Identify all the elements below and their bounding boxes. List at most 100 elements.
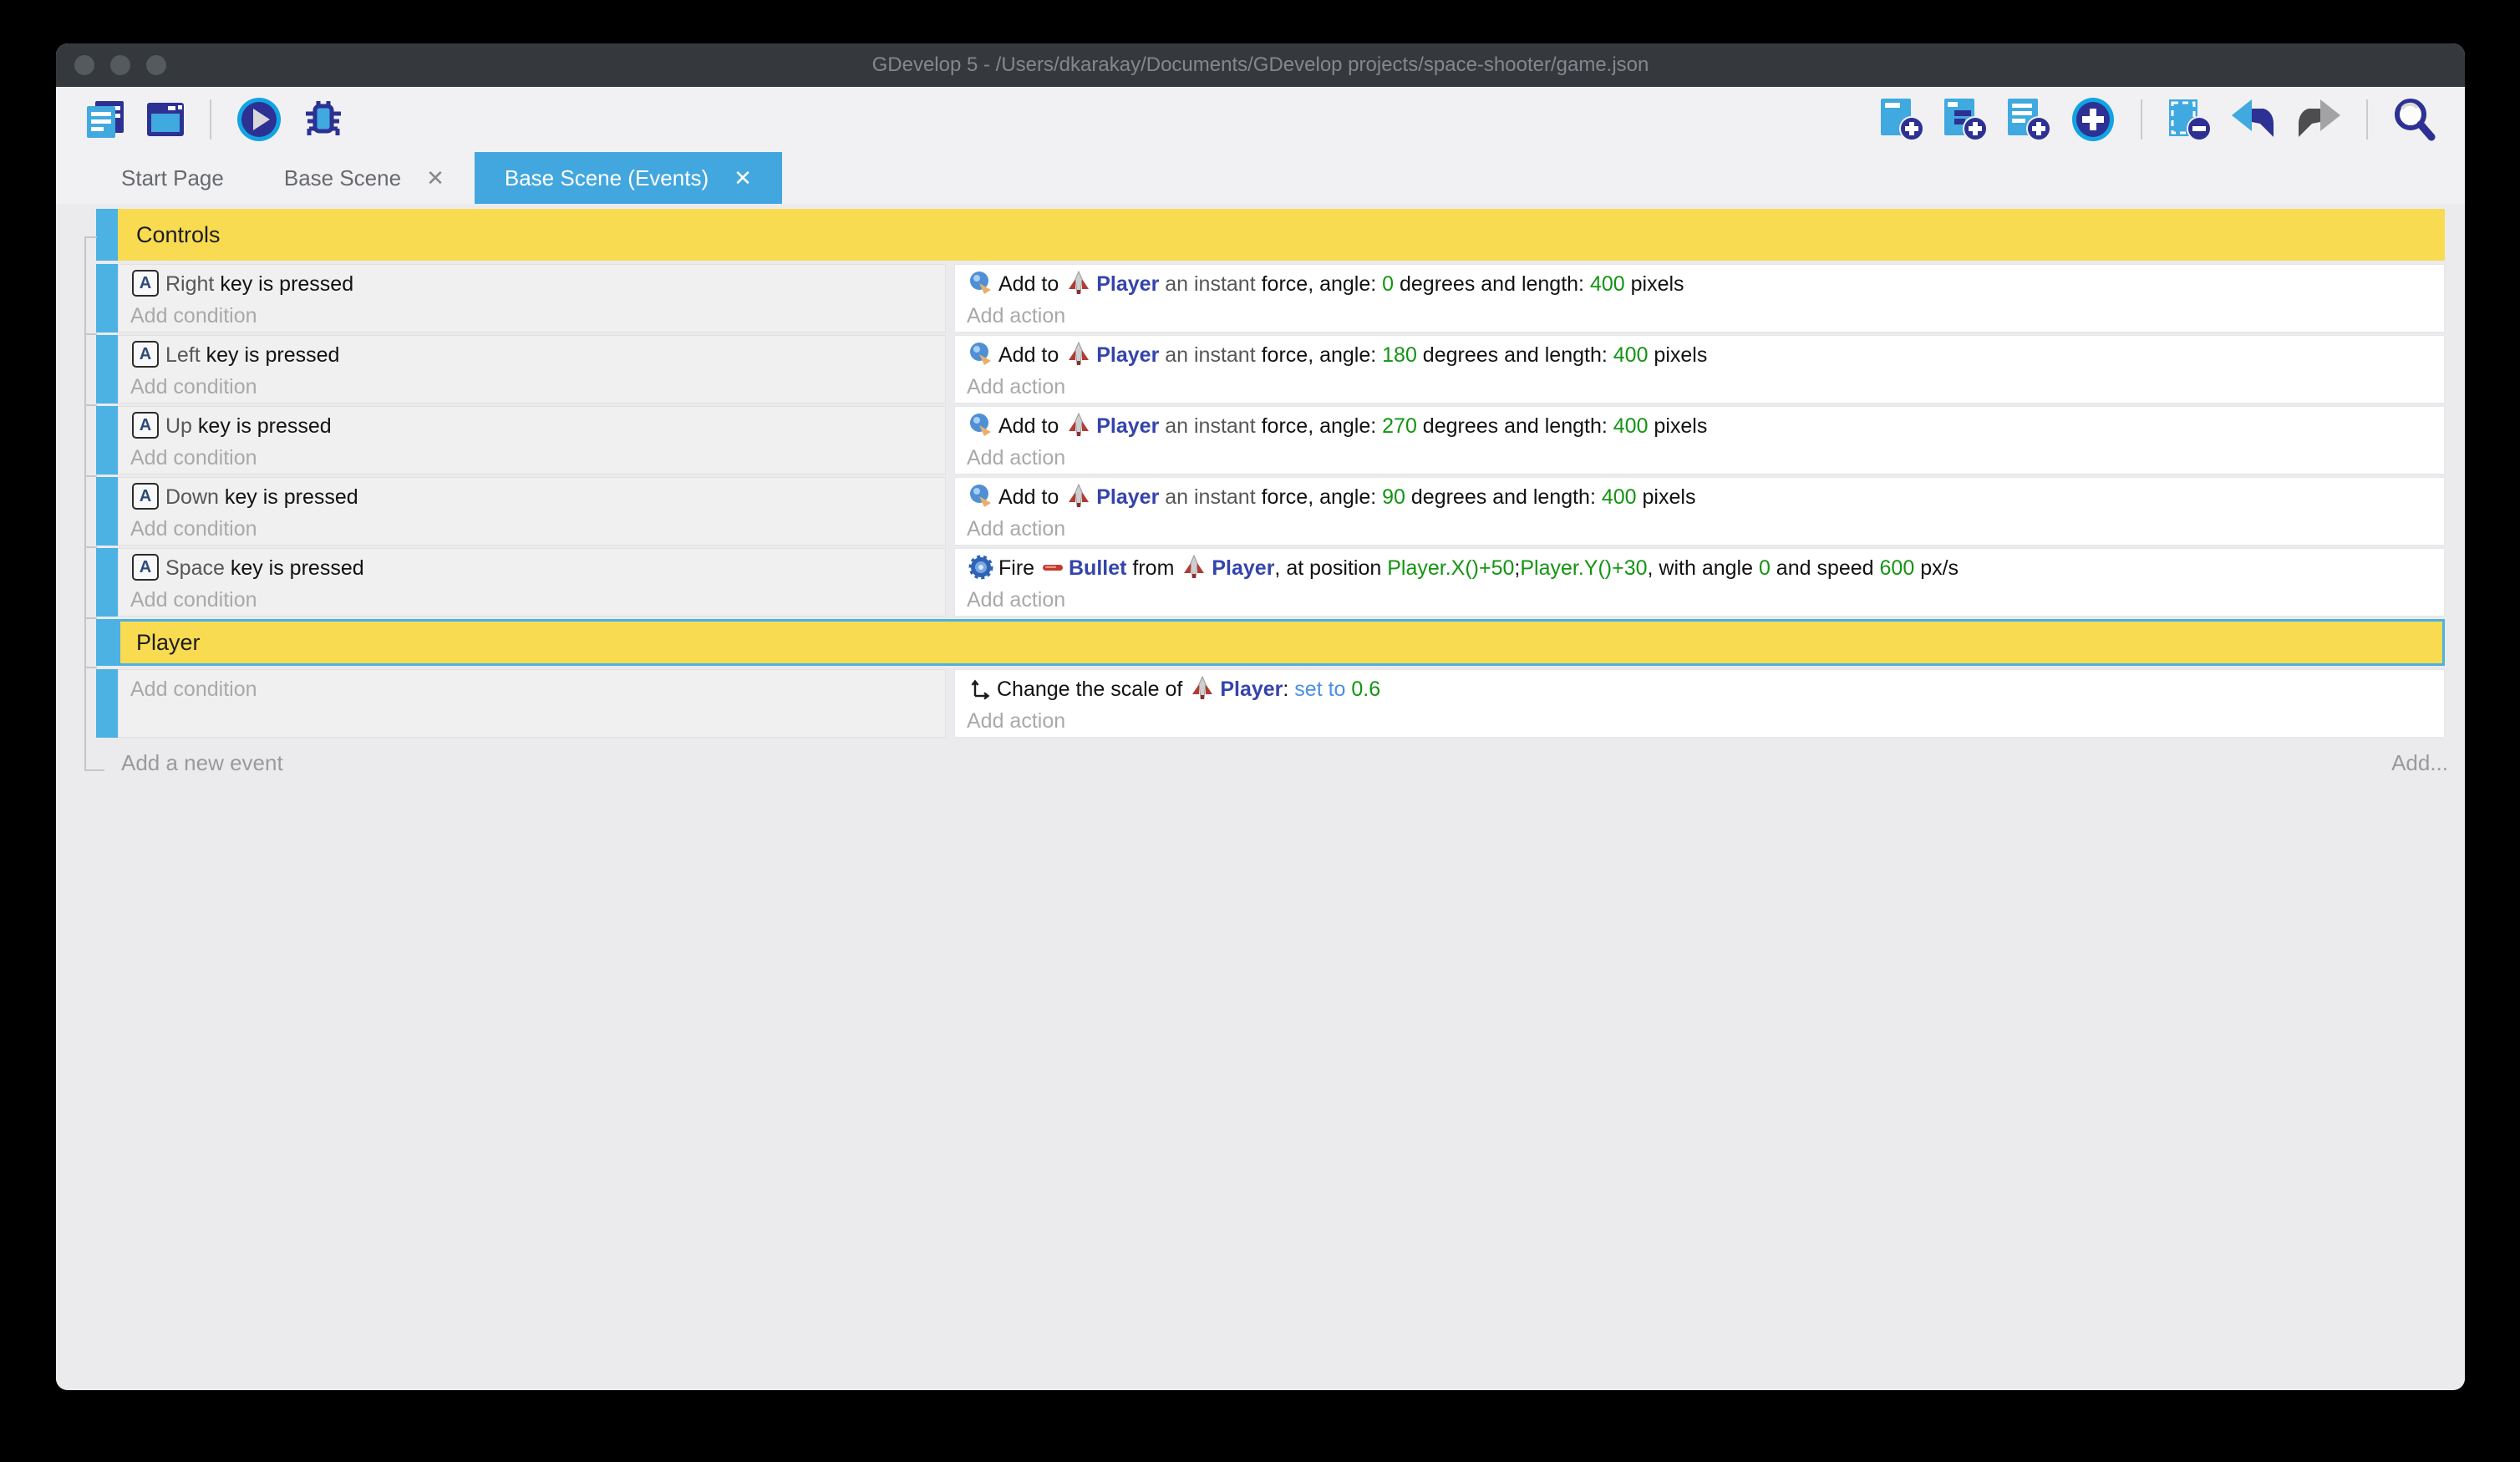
condition-text: AUp key is pressed [130,407,945,444]
event-drag-handle[interactable] [96,619,118,666]
add-condition-button[interactable]: Add condition [130,515,945,545]
add-condition-button[interactable]: Add condition [130,444,945,474]
action-text: Add to Player an instant force, angle: 1… [967,336,2444,373]
scale-icon [968,677,992,700]
add-event-icon [1879,97,1924,142]
debug-icon [301,99,346,140]
toolbar-separator [210,99,211,140]
add-condition-button[interactable]: Add condition [130,670,945,707]
add-action-button[interactable]: Add action [967,373,2444,403]
event-row-right: ARight key is pressed Add condition Add … [96,264,2445,333]
title-bar: GDevelop 5 - /Users/dkarakay/Documents/G… [56,43,2465,87]
close-tab-icon[interactable]: ✕ [734,165,752,191]
search-button[interactable] [2392,97,2437,142]
event-drag-handle[interactable] [96,209,118,261]
gdevelop-window: GDevelop 5 - /Users/dkarakay/Documents/G… [56,43,2465,1390]
group-header-player[interactable]: Player [118,619,2445,666]
add-comment-button[interactable] [2006,97,2051,142]
event-drag-handle[interactable] [96,548,118,617]
search-icon [2392,97,2437,142]
add-action-button[interactable]: Add action [967,515,2444,545]
close-window-button[interactable] [74,55,94,75]
conditions-cell[interactable]: ASpace key is pressed Add condition [118,548,946,617]
condition-text: ADown key is pressed [130,478,945,515]
tab-label: Start Page [121,165,224,191]
add-condition-button[interactable]: Add condition [130,302,945,332]
events-sheet: Controls ARight key is pressed Add condi… [56,204,2465,1390]
project-manager-icon [84,99,127,140]
player-object-icon [1066,413,1091,438]
actions-cell[interactable]: Change the scale of Player: set to 0.6 A… [954,669,2445,738]
event-drag-handle[interactable] [96,264,118,333]
conditions-cell[interactable]: ALeft key is pressed Add condition [118,335,946,404]
redo-button[interactable] [2295,99,2342,140]
tree-connector-stub [84,475,97,477]
conditions-cell[interactable]: Add condition [118,669,946,738]
actions-cell[interactable]: Add to Player an instant force, angle: 1… [954,335,2445,404]
project-manager-button[interactable] [84,99,127,140]
group-row-controls: Controls [96,209,2445,261]
add-more-button[interactable] [2070,96,2116,143]
conditions-cell[interactable]: ARight key is pressed Add condition [118,264,946,333]
add-more-link[interactable]: Add... [2391,750,2448,776]
delete-event-button[interactable] [2167,97,2212,142]
tree-connector-line [84,236,86,769]
keyboard-key-icon: A [132,341,159,368]
force-icon [968,413,993,438]
event-row-down: ADown key is pressed Add condition Add t… [96,477,2445,546]
delete-event-icon [2167,97,2212,142]
event-drag-handle[interactable] [96,406,118,475]
add-subevent-button[interactable] [1943,97,1988,142]
add-event-button[interactable] [1879,97,1924,142]
group-title: Controls [136,222,221,248]
player-object-icon [1066,342,1091,367]
event-drag-handle[interactable] [96,477,118,546]
condition-text: ARight key is pressed [130,265,945,302]
add-event-line: Add a new event Add... [56,747,2465,784]
tab-base-scene-events[interactable]: Base Scene (Events) ✕ [475,152,782,204]
tab-label: Base Scene [284,165,401,191]
add-new-event-button[interactable]: Add a new event [121,750,283,776]
fire-bullet-icon [968,555,993,580]
add-condition-button[interactable]: Add condition [130,586,945,616]
group-row-player: Player [96,619,2445,666]
tab-bar: Start Page Base Scene ✕ Base Scene (Even… [56,152,2465,204]
actions-cell[interactable]: Add to Player an instant force, angle: 9… [954,477,2445,546]
event-drag-handle[interactable] [96,335,118,404]
tab-label: Base Scene (Events) [505,165,709,191]
player-object-icon [1066,271,1091,296]
group-header-controls[interactable]: Controls [118,209,2445,261]
debug-button[interactable] [301,99,346,140]
actions-cell[interactable]: Add to Player an instant force, angle: 0… [954,264,2445,333]
scene-editor-icon [145,99,185,140]
add-action-button[interactable]: Add action [967,302,2444,332]
force-icon [968,484,993,509]
actions-cell[interactable]: Add to Player an instant force, angle: 2… [954,406,2445,475]
force-icon [968,342,993,367]
player-object-icon [1066,484,1091,509]
add-action-button[interactable]: Add action [967,586,2444,616]
action-text: Add to Player an instant force, angle: 9… [967,478,2444,515]
player-object-icon [1190,676,1215,701]
actions-cell[interactable]: Fire Bullet from Player, at position Pla… [954,548,2445,617]
play-button[interactable] [236,96,282,143]
add-condition-button[interactable]: Add condition [130,373,945,403]
start-page-button[interactable] [145,99,185,140]
tree-connector-stub [84,236,97,238]
add-action-button[interactable]: Add action [967,707,2444,737]
redo-icon [2295,99,2342,140]
conditions-cell[interactable]: AUp key is pressed Add condition [118,406,946,475]
undo-button[interactable] [2230,99,2277,140]
zoom-window-button[interactable] [146,55,166,75]
add-action-button[interactable]: Add action [967,444,2444,474]
tab-base-scene[interactable]: Base Scene ✕ [254,152,475,204]
tab-start-page[interactable]: Start Page [91,152,254,204]
window-title: GDevelop 5 - /Users/dkarakay/Documents/G… [872,53,1649,77]
minimize-window-button[interactable] [110,55,130,75]
conditions-cell[interactable]: ADown key is pressed Add condition [118,477,946,546]
event-drag-handle[interactable] [96,669,118,738]
event-row-up: AUp key is pressed Add condition Add to … [96,406,2445,475]
close-tab-icon[interactable]: ✕ [426,165,445,191]
add-subevent-icon [1943,97,1988,142]
event-row-left: ALeft key is pressed Add condition Add t… [96,335,2445,404]
